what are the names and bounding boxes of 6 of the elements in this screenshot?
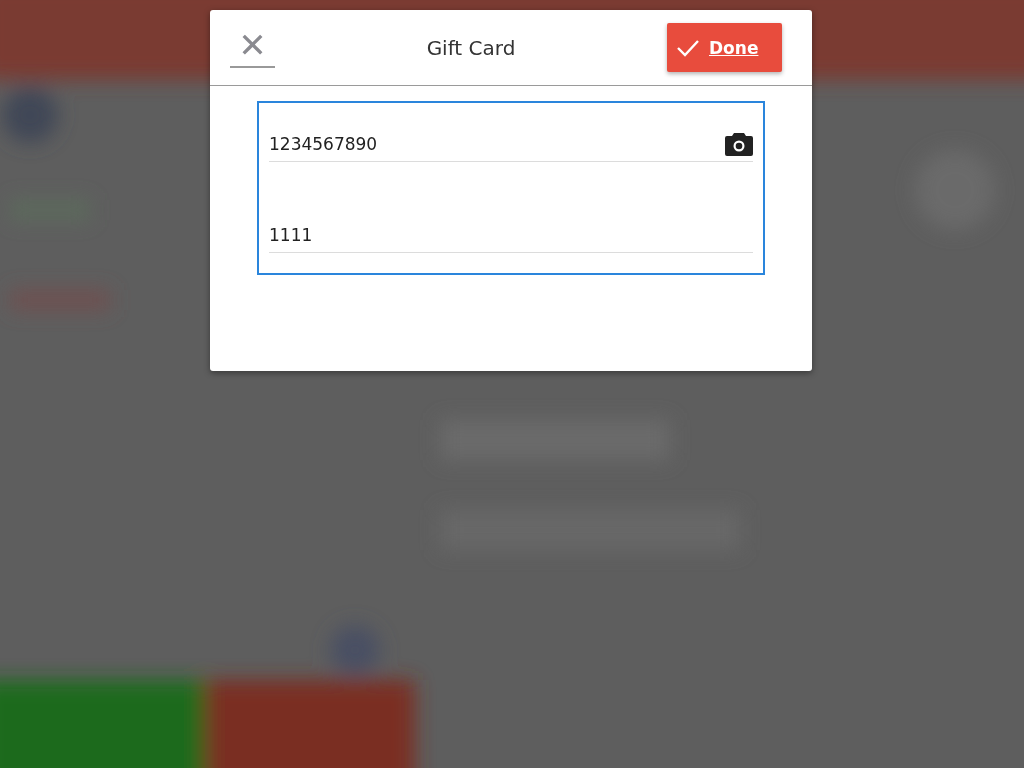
check-icon bbox=[677, 38, 699, 57]
input-field[interactable]: 1111 bbox=[269, 220, 753, 250]
done-button[interactable]: Done bbox=[667, 23, 782, 72]
camera-icon[interactable] bbox=[725, 132, 753, 156]
dialog-title: Gift Card bbox=[426, 35, 516, 60]
input-field[interactable]: 1234567890 bbox=[269, 129, 725, 159]
